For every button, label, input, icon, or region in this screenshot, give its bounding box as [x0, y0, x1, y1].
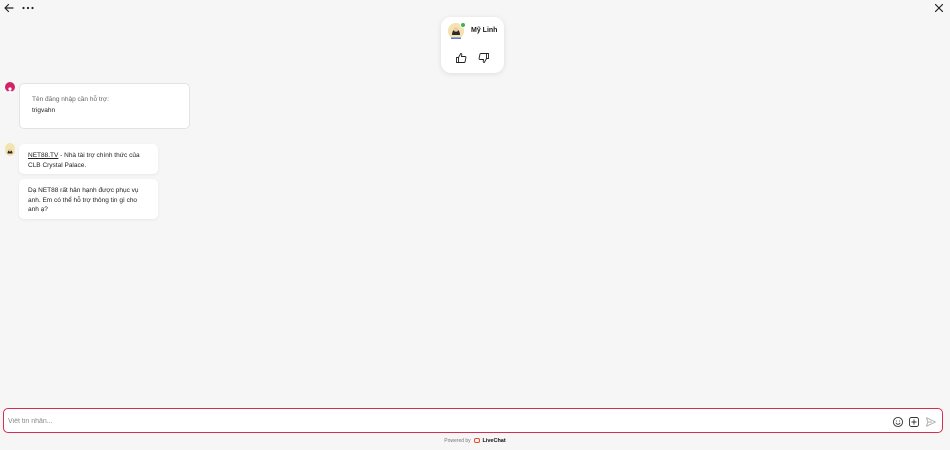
message-link[interactable]: NET88.TV — [28, 152, 58, 159]
smiley-icon[interactable] — [892, 415, 904, 428]
pre-chat-form-answer: Tên đăng nhập cần hỗ trợ: trigvahn — [19, 83, 190, 129]
livechat-logo-icon — [474, 438, 481, 444]
visitor-avatar — [5, 82, 15, 93]
user-icon — [7, 87, 13, 93]
thumbs-down-icon[interactable] — [478, 51, 490, 63]
thumbs-up-icon[interactable] — [455, 51, 467, 63]
form-field-label: Tên đăng nhập cần hỗ trợ: — [32, 96, 109, 103]
attachment-plus-icon[interactable] — [908, 415, 920, 427]
arrow-left-icon[interactable] — [3, 1, 15, 13]
agent-avatar-image — [5, 146, 15, 156]
message-text: Dạ NET88 rất hân hạnh được phục vụ anh. … — [28, 187, 139, 213]
more-horizontal-icon[interactable] — [21, 1, 35, 13]
agent-message: Dạ NET88 rất hân hạnh được phục vụ anh. … — [19, 179, 158, 219]
message-composer — [3, 408, 943, 433]
agent-card: Mỹ Linh — [441, 17, 504, 73]
close-icon[interactable] — [933, 1, 945, 13]
powered-by-text: Powered by — [444, 438, 471, 444]
send-icon[interactable] — [925, 415, 937, 427]
online-status-dot — [460, 22, 466, 28]
brand-name[interactable]: LiveChat — [482, 438, 505, 444]
powered-by-footer: Powered by LiveChat — [0, 438, 950, 448]
agent-message-avatar — [5, 143, 15, 156]
form-field-value: trigvahn — [32, 107, 56, 114]
agent-name: Mỹ Linh — [471, 27, 498, 34]
message-input[interactable] — [8, 414, 878, 428]
agent-message: NET88.TV - Nhà tài trợ chính thức của CL… — [19, 144, 158, 174]
top-bar — [0, 0, 950, 14]
agent-avatar — [448, 22, 466, 39]
